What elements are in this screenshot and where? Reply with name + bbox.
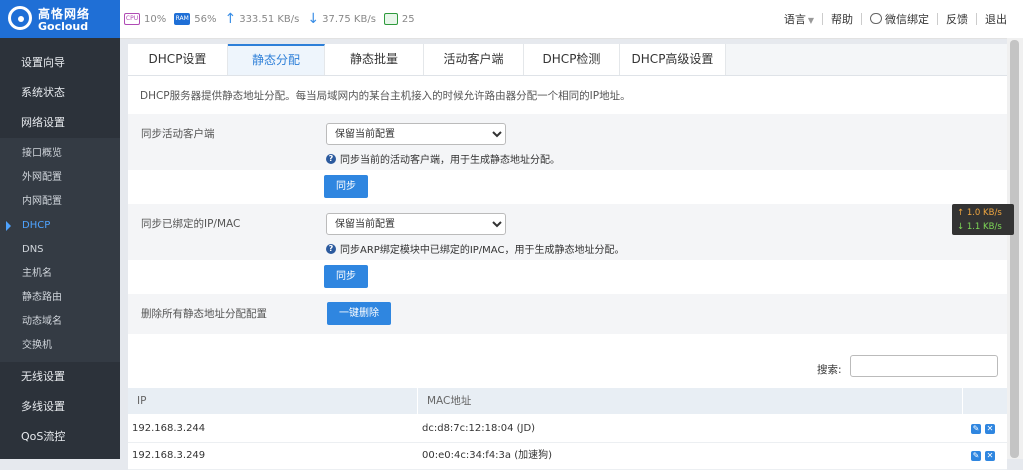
page-description: DHCP服务器提供静态地址分配。每当局域网内的某台主机接入的时候允许路由器分配一… xyxy=(140,90,631,102)
brand-name-en: Gocloud xyxy=(38,20,89,33)
row-ip: 192.168.3.244 xyxy=(132,423,206,434)
sync-active-hint: ? 同步当前的活动客户端，用于生成静态地址分配。 xyxy=(326,151,560,166)
feedback-link[interactable]: 反馈 xyxy=(938,11,976,27)
language-label: 语言 xyxy=(783,13,806,26)
sync-bound-select[interactable]: 保留当前配置 xyxy=(326,213,506,235)
row-mac: 00:e0:4c:34:f4:3a (加速狗) xyxy=(422,450,553,461)
widget-download: ↓ 1.1 KB/s xyxy=(957,222,1002,232)
tab-dhcp-settings[interactable]: DHCP设置 xyxy=(128,44,228,75)
question-icon: ? xyxy=(326,243,336,254)
table-row: 192.168.3.249 00:e0:4c:34:f4:3a (加速狗) ✎ … xyxy=(128,443,1007,470)
widget-upload: ↑ 1.0 KB/s xyxy=(957,208,1002,218)
tab-dhcp-advanced[interactable]: DHCP高级设置 xyxy=(620,44,726,75)
top-header: 高恪网络 Gocloud CPU 10% RAM 56% ↑ 333.51 KB/s … xyxy=(0,0,1023,39)
sidebar-item-dhcp[interactable]: DHCP xyxy=(0,214,120,238)
tab-bar: DHCP设置 静态分配 静态批量 活动客户端 DHCP检测 DHCP高级设置 xyxy=(128,44,1007,76)
sidebar-item-switch[interactable]: 交换机 xyxy=(0,334,120,358)
sidebar-item-wireless[interactable]: 无线设置 xyxy=(0,362,120,392)
column-divider xyxy=(417,388,418,414)
edit-icon[interactable]: ✎ xyxy=(971,451,981,461)
main-content: DHCP设置 静态分配 静态批量 活动客户端 DHCP检测 DHCP高级设置 D… xyxy=(128,44,1007,470)
tab-dhcp-detect[interactable]: DHCP检测 xyxy=(524,44,620,75)
download-arrow-icon: ↓ xyxy=(307,11,320,27)
sidebar: 设置向导 系统状态 网络设置 接口概览 外网配置 内网配置 DHCP DNS 主… xyxy=(0,38,120,459)
delete-all-label: 删除所有静态地址分配配置 xyxy=(141,308,267,320)
column-ip[interactable]: IP xyxy=(137,388,146,414)
upload-speed: 333.51 KB/s xyxy=(239,13,300,25)
wechat-bind-link[interactable]: 微信绑定 xyxy=(862,11,937,27)
help-link[interactable]: 帮助 xyxy=(823,11,861,27)
ram-icon: RAM xyxy=(174,13,191,25)
delete-all-button[interactable]: 一键删除 xyxy=(327,302,391,325)
row-mac: dc:d8:7c:12:18:04 (JD) xyxy=(422,423,536,434)
edit-icon[interactable]: ✎ xyxy=(971,424,981,434)
sync-bound-hint-text: 同步ARP绑定模块中已绑定的IP/MAC，用于生成静态地址分配。 xyxy=(340,245,625,256)
sidebar-item-wan[interactable]: 外网配置 xyxy=(0,166,120,190)
sidebar-item-wizard[interactable]: 设置向导 xyxy=(0,48,120,78)
system-stats: CPU 10% RAM 56% ↑ 333.51 KB/s ↓ 37.75 KB/s 2… xyxy=(124,11,423,27)
cpu-usage: 10% xyxy=(144,13,167,25)
speed-widget[interactable]: ↑ 1.0 KB/s ↓ 1.1 KB/s xyxy=(952,204,1014,235)
download-speed: 37.75 KB/s xyxy=(322,13,376,25)
table-header: IP MAC地址 xyxy=(128,388,1007,414)
upload-arrow-icon: ↑ xyxy=(224,11,237,27)
sync-active-row: 同步活动客户端 保留当前配置 ? 同步当前的活动客户端，用于生成静态地址分配。 xyxy=(128,114,1007,170)
tab-static-batch[interactable]: 静态批量 xyxy=(325,44,424,75)
sync-active-select[interactable]: 保留当前配置 xyxy=(326,123,506,145)
sidebar-item-static-route[interactable]: 静态路由 xyxy=(0,286,120,310)
question-icon: ? xyxy=(326,153,336,164)
sync-bound-row: 同步已绑定的IP/MAC 保留当前配置 ? 同步ARP绑定模块中已绑定的IP/M… xyxy=(128,204,1007,260)
sidebar-item-interfaces[interactable]: 接口概览 xyxy=(0,142,120,166)
delete-icon[interactable]: ✕ xyxy=(985,451,995,461)
sidebar-item-multiwan[interactable]: 多线设置 xyxy=(0,392,120,422)
wechat-label: 微信绑定 xyxy=(885,13,929,26)
column-mac[interactable]: MAC地址 xyxy=(427,388,471,414)
sync-bound-label: 同步已绑定的IP/MAC xyxy=(141,218,241,230)
sync-active-label: 同步活动客户端 xyxy=(141,128,215,140)
sidebar-item-hostname[interactable]: 主机名 xyxy=(0,262,120,286)
delete-icon[interactable]: ✕ xyxy=(985,424,995,434)
column-divider xyxy=(962,388,963,414)
sidebar-item-network[interactable]: 网络设置 xyxy=(0,108,120,138)
monitor-icon xyxy=(383,13,398,25)
tab-active-clients[interactable]: 活动客户端 xyxy=(424,44,524,75)
logout-link[interactable]: 退出 xyxy=(977,11,1015,27)
cloud-logo-icon xyxy=(8,6,32,30)
search-label: 搜索: xyxy=(817,364,842,376)
table-row: 192.168.3.244 dc:d8:7c:12:18:04 (JD) ✎ ✕ xyxy=(128,416,1007,443)
language-menu[interactable]: 语言 ▼ xyxy=(776,11,822,27)
caret-down-icon: ▼ xyxy=(807,16,814,25)
tab-static-assign[interactable]: 静态分配 xyxy=(228,44,325,75)
scrollbar-thumb[interactable] xyxy=(1010,40,1019,458)
row-ip: 192.168.3.249 xyxy=(132,450,206,461)
cpu-icon: CPU xyxy=(124,13,140,25)
sidebar-item-ddns[interactable]: 动态域名 xyxy=(0,310,120,334)
search-input[interactable] xyxy=(850,355,998,377)
network-submenu: 接口概览 外网配置 内网配置 DHCP DNS 主机名 静态路由 动态域名 交换… xyxy=(0,138,120,362)
sidebar-item-qos[interactable]: QoS流控 xyxy=(0,422,120,452)
delete-all-row: 删除所有静态地址分配配置 一键删除 xyxy=(128,294,1007,334)
client-count: 25 xyxy=(401,13,415,25)
sidebar-item-lan[interactable]: 内网配置 xyxy=(0,190,120,214)
sync-bound-hint: ? 同步ARP绑定模块中已绑定的IP/MAC，用于生成静态地址分配。 xyxy=(326,241,624,256)
sync-active-button[interactable]: 同步 xyxy=(324,175,368,198)
ram-usage: 56% xyxy=(194,13,217,25)
brand-logo[interactable]: 高恪网络 Gocloud xyxy=(0,0,120,38)
sidebar-item-status[interactable]: 系统状态 xyxy=(0,78,120,108)
wechat-icon xyxy=(870,13,882,24)
sidebar-item-dns[interactable]: DNS xyxy=(0,238,120,262)
sync-bound-button[interactable]: 同步 xyxy=(324,265,368,288)
sync-active-hint-text: 同步当前的活动客户端，用于生成静态地址分配。 xyxy=(340,155,560,166)
top-menu: 语言 ▼ 帮助 微信绑定 反馈 退出 xyxy=(776,11,1015,27)
